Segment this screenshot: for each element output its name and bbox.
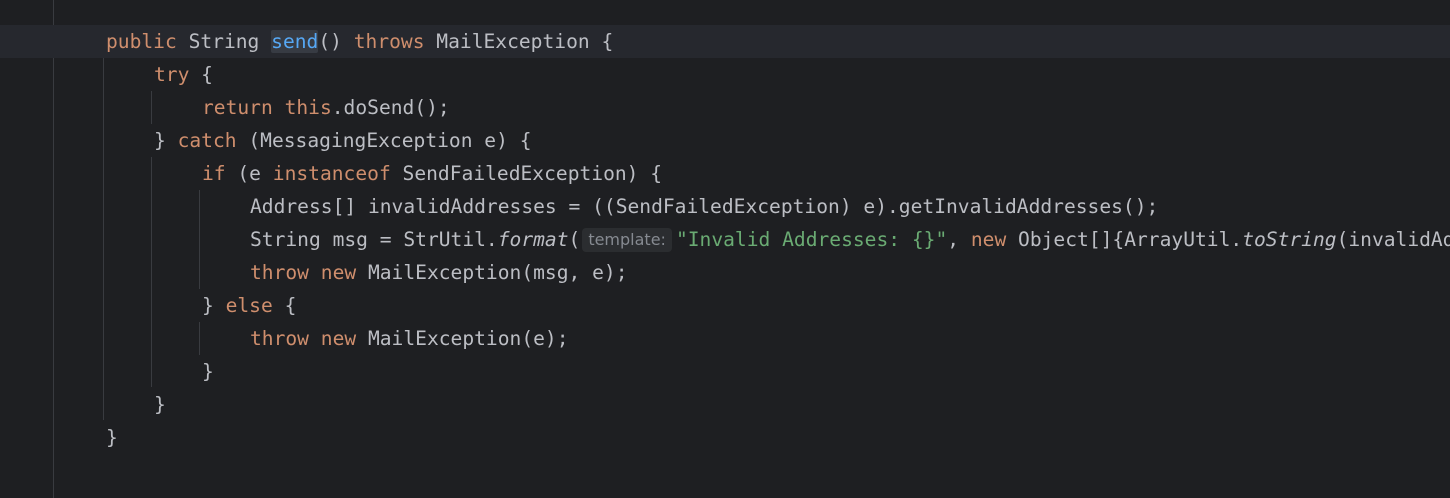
code-token: } bbox=[202, 294, 226, 317]
code-line[interactable]: return this.doSend(); bbox=[202, 91, 450, 124]
code-token: new bbox=[320, 261, 357, 284]
code-token: (e bbox=[225, 162, 273, 185]
code-line[interactable]: throw new MailException(e); bbox=[250, 322, 569, 355]
code-line[interactable]: } else { bbox=[202, 289, 296, 322]
code-token: MailException { bbox=[424, 30, 614, 53]
code-token: } bbox=[106, 426, 118, 449]
code-token: throws bbox=[353, 30, 425, 53]
code-line[interactable]: } bbox=[106, 421, 118, 454]
indent-guide bbox=[103, 58, 104, 420]
code-token: () bbox=[318, 30, 354, 53]
code-token: (MessagingException e) { bbox=[236, 129, 532, 152]
code-line[interactable]: if (e instanceof SendFailedException) { bbox=[202, 157, 662, 190]
code-token: { bbox=[189, 63, 213, 86]
indent-guide bbox=[199, 190, 200, 289]
code-token: new bbox=[320, 327, 357, 350]
code-token: this bbox=[284, 96, 332, 119]
code-token: .doSend(); bbox=[331, 96, 450, 119]
code-token: try bbox=[154, 63, 190, 86]
gutter-divider bbox=[53, 0, 54, 498]
code-token: new bbox=[970, 228, 1007, 251]
code-token: throw bbox=[250, 327, 309, 350]
code-line[interactable]: } catch (MessagingException e) { bbox=[154, 124, 532, 157]
code-token: public bbox=[106, 30, 177, 53]
code-line[interactable]: try { bbox=[154, 58, 213, 91]
code-token: String bbox=[176, 30, 272, 53]
code-token: } bbox=[202, 360, 214, 383]
code-token: throw bbox=[250, 261, 309, 284]
code-editor[interactable]: public String send() throws MailExceptio… bbox=[0, 0, 1450, 498]
code-token: String msg = StrUtil. bbox=[250, 228, 498, 251]
code-token: MailException(e); bbox=[356, 327, 569, 350]
code-token: return bbox=[202, 96, 273, 119]
code-token: (invalidAddresses)}); bbox=[1336, 228, 1450, 251]
code-line[interactable]: } bbox=[154, 388, 166, 421]
code-token: , bbox=[947, 228, 971, 251]
code-token: Address[] invalidAddresses = ((SendFaile… bbox=[250, 195, 1159, 218]
code-token: format bbox=[497, 228, 569, 251]
code-line[interactable]: } bbox=[202, 355, 214, 388]
parameter-hint: template: bbox=[582, 228, 672, 252]
code-line[interactable]: Address[] invalidAddresses = ((SendFaile… bbox=[250, 190, 1158, 223]
code-token: send bbox=[271, 30, 319, 53]
code-line[interactable]: String msg = StrUtil.format(template: "In… bbox=[250, 223, 1450, 256]
code-token: else bbox=[225, 294, 273, 317]
code-token: catch bbox=[177, 129, 237, 152]
code-token: "Invalid Addresses: {}" bbox=[675, 228, 948, 251]
code-line[interactable]: throw new MailException(msg, e); bbox=[250, 256, 628, 289]
code-token: instanceof bbox=[272, 162, 391, 185]
code-token: SendFailedException) { bbox=[390, 162, 663, 185]
code-token: } bbox=[154, 129, 178, 152]
indent-guide bbox=[199, 322, 200, 355]
code-token: if bbox=[202, 162, 226, 185]
code-token: Object[]{ArrayUtil. bbox=[1006, 228, 1243, 251]
code-line[interactable]: public String send() throws MailExceptio… bbox=[106, 25, 613, 58]
code-token: MailException(msg, e); bbox=[356, 261, 628, 284]
code-token: ( bbox=[568, 228, 581, 251]
indent-guide bbox=[151, 91, 152, 124]
code-token: } bbox=[154, 393, 166, 416]
code-token: toString bbox=[1242, 228, 1337, 251]
indent-guide bbox=[151, 157, 152, 387]
code-token: { bbox=[272, 294, 297, 317]
